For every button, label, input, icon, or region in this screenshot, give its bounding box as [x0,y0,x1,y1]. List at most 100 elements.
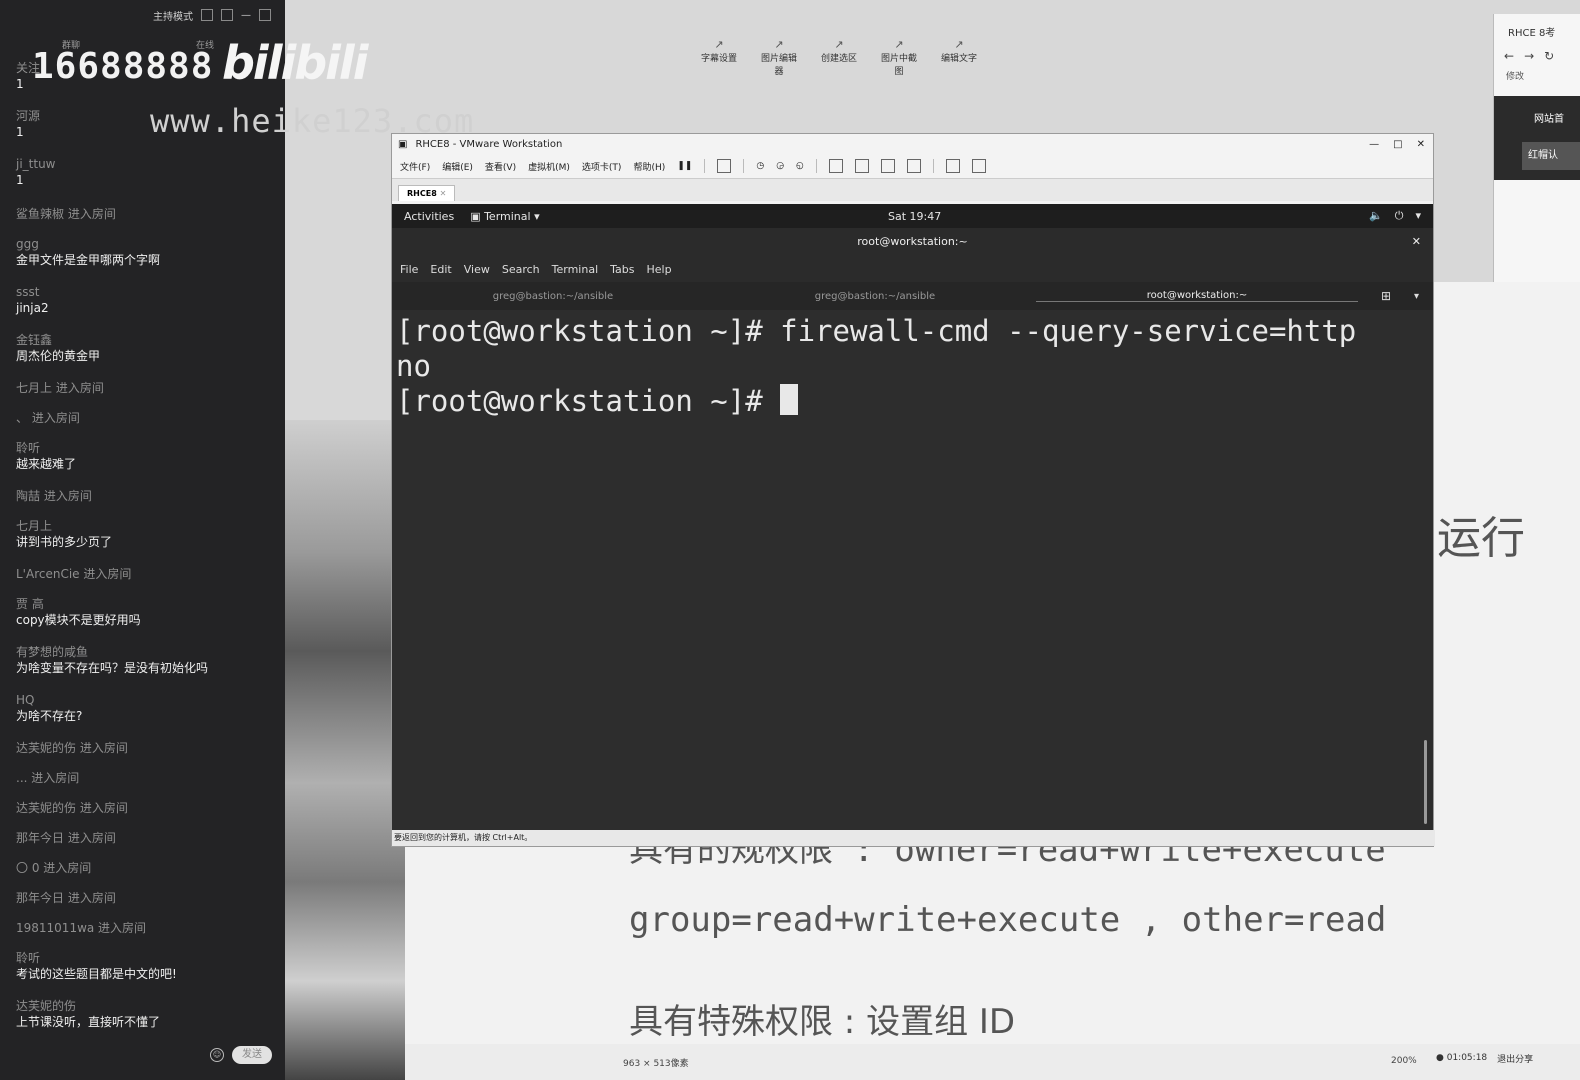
exit-share-button[interactable]: 退出分享 [1497,1052,1533,1065]
chat-topbar: 主持模式 — [0,0,285,30]
maximize-icon[interactable] [259,9,271,21]
vmware-menubar: 文件(F) 编辑(E) 查看(V) 虚拟机(M) 选项卡(T) 帮助(H) ❚❚… [392,154,1433,178]
chat-username[interactable]: 关注 [16,60,276,76]
console-line: [root@workstation ~]# firewall-cmd --que… [396,314,1357,348]
reload-icon[interactable]: ↻ [1544,49,1564,63]
vmware-titlebar: ▣ RHCE8 - VMware Workstation — □ ✕ [392,134,1433,154]
terminal-tab-bar: greg@bastion:~/ansible greg@bastion:~/an… [392,282,1433,310]
menu-view[interactable]: 查看(V) [485,160,516,173]
console-line: no [396,349,431,383]
snapshot-manager-icon[interactable]: ◵ [796,161,804,171]
close-icon[interactable]: ✕ [440,189,447,198]
chat-text: 周杰伦的黄金甲 [16,349,101,363]
chat-username[interactable]: ji_ttuw [16,156,276,172]
chat-username[interactable]: 聆听 [16,950,276,966]
forward-icon[interactable]: → [1524,49,1544,63]
close-icon[interactable]: ✕ [1417,139,1425,150]
menu-edit[interactable]: 编辑(E) [442,160,473,173]
menu-help[interactable]: Help [647,263,672,276]
menu-edit[interactable]: Edit [430,263,451,276]
send-button[interactable]: 发送 [232,1046,272,1064]
arrow-icon: ↗ [714,38,724,51]
toolbar-separator [743,159,745,173]
terminal-tab[interactable]: greg@bastion:~/ansible [714,291,1036,302]
pause-icon[interactable]: ❚❚ [677,161,692,171]
doc-line-3: 具有特殊权限 : 设置组 ID [629,1002,1016,1042]
menu-help[interactable]: 帮助(H) [633,160,665,173]
site-header: 网站首 红帽认 [1494,96,1580,180]
vm-tab-rhce8[interactable]: RHCE8 ✕ [398,185,456,201]
vmware-logo-icon: ▣ [398,138,408,150]
background-toolbar: ↗ 字幕设置 ↗ 图片编辑器 ↗ 创建选区 ↗ 图片中截图 ↗ 编辑文字 [698,38,980,77]
chat-message: 七月上 讲到书的多少页了 [16,518,276,550]
minimize-icon[interactable]: — [1369,139,1379,150]
menu-view[interactable]: View [464,263,490,276]
menu-terminal[interactable]: Terminal [552,263,599,276]
menu-vm[interactable]: 虚拟机(M) [528,160,570,173]
menu-file[interactable]: File [400,263,418,276]
chat-username[interactable]: ggg [16,236,276,252]
site-home-link[interactable]: 网站首 [1534,110,1564,125]
bookmark-item[interactable]: 修改 [1494,63,1580,82]
system-menu[interactable]: 🔈 ⏻ ▾ [1369,209,1421,223]
chat-username[interactable]: 聆听 [16,440,276,456]
menu-tabs[interactable]: Tabs [610,263,634,276]
minimize-icon[interactable]: — [241,10,251,21]
site-redhat-link[interactable]: 红帽认 [1522,142,1580,170]
browser-nav: ←→↻ [1494,39,1580,63]
settings-icon[interactable] [201,9,213,21]
chat-text: 上节课没听，直接听不懂了 [16,1015,161,1029]
chat-join-notice: 〇 0 进入房间 [16,861,92,875]
chat-message: 关注 1 [16,60,276,92]
window-icon[interactable] [221,9,233,21]
tool-subtitle[interactable]: ↗ 字幕设置 [698,38,740,77]
clock[interactable]: Sat 19:47 [888,210,941,223]
console-view-icon[interactable] [945,159,960,173]
tool-image-editor[interactable]: ↗ 图片编辑器 [758,38,800,77]
back-icon[interactable]: ← [1504,49,1524,63]
browser-tab[interactable]: RHCE 8考 [1494,14,1580,39]
terminal-tab[interactable]: greg@bastion:~/ansible [392,291,714,302]
emoji-icon[interactable]: ☺ [210,1048,224,1062]
fullscreen-icon[interactable] [880,159,895,173]
send-ctrl-alt-del-icon[interactable] [717,159,732,173]
app-menu-terminal[interactable]: ▣ Terminal ▾ [470,210,539,223]
snapshot-icon[interactable]: ◷ [756,161,764,171]
menu-file[interactable]: 文件(F) [400,160,430,173]
host-mode-label[interactable]: 主持模式 [153,8,193,23]
new-tab-icon[interactable]: ⊞ [1381,289,1391,303]
chat-username[interactable]: 达芙妮的伤 [16,998,276,1014]
tool-create-selection[interactable]: ↗ 创建选区 [818,38,860,77]
chevron-down-icon[interactable]: ▾ [1414,291,1419,302]
chat-message: 达芙妮的伤 上节课没听，直接听不懂了 [16,998,276,1030]
chat-join-notice: 19811011wa 进入房间 [16,921,147,935]
menu-search[interactable]: Search [502,263,540,276]
menu-tabs[interactable]: 选项卡(T) [582,160,622,173]
terminal-scrollbar[interactable] [1424,740,1427,824]
chat-username[interactable]: 贾 高 [16,596,276,612]
library-icon[interactable] [828,159,843,173]
revert-snapshot-icon[interactable]: ◶ [776,161,784,171]
chat-message: 聆听 越来越难了 [16,440,276,472]
chat-username[interactable]: ssst [16,284,276,300]
unity-icon[interactable] [906,159,921,173]
chat-username[interactable]: 金钰鑫 [16,332,276,348]
terminal-output[interactable]: [root@workstation ~]# firewall-cmd --que… [392,310,1433,423]
tool-edit-text[interactable]: ↗ 编辑文字 [938,38,980,77]
tool-screenshot[interactable]: ↗ 图片中截图 [878,38,920,77]
maximize-icon[interactable]: □ [1393,139,1402,150]
stretch-icon[interactable] [971,159,986,173]
chat-username[interactable]: 有梦想的咸鱼 [16,644,276,660]
power-icon: ⏻ [1394,209,1404,222]
chat-message: 贾 高 copy模块不是更好用吗 [16,596,276,628]
chat-join-notice: 、 进入房间 [16,411,80,425]
close-icon[interactable]: ✕ [1412,228,1421,256]
chat-username[interactable]: 七月上 [16,518,276,534]
chat-username[interactable]: HQ [16,692,276,708]
chat-join-notice: ... 进入房间 [16,771,80,785]
activities-button[interactable]: Activities [404,210,454,223]
guest-screen[interactable]: Activities ▣ Terminal ▾ Sat 19:47 🔈 ⏻ ▾ … [392,204,1433,831]
thumbnail-icon[interactable] [854,159,869,173]
chat-message: HQ 为啥不存在? [16,692,276,724]
terminal-tab-active[interactable]: root@workstation:~ [1036,290,1358,302]
